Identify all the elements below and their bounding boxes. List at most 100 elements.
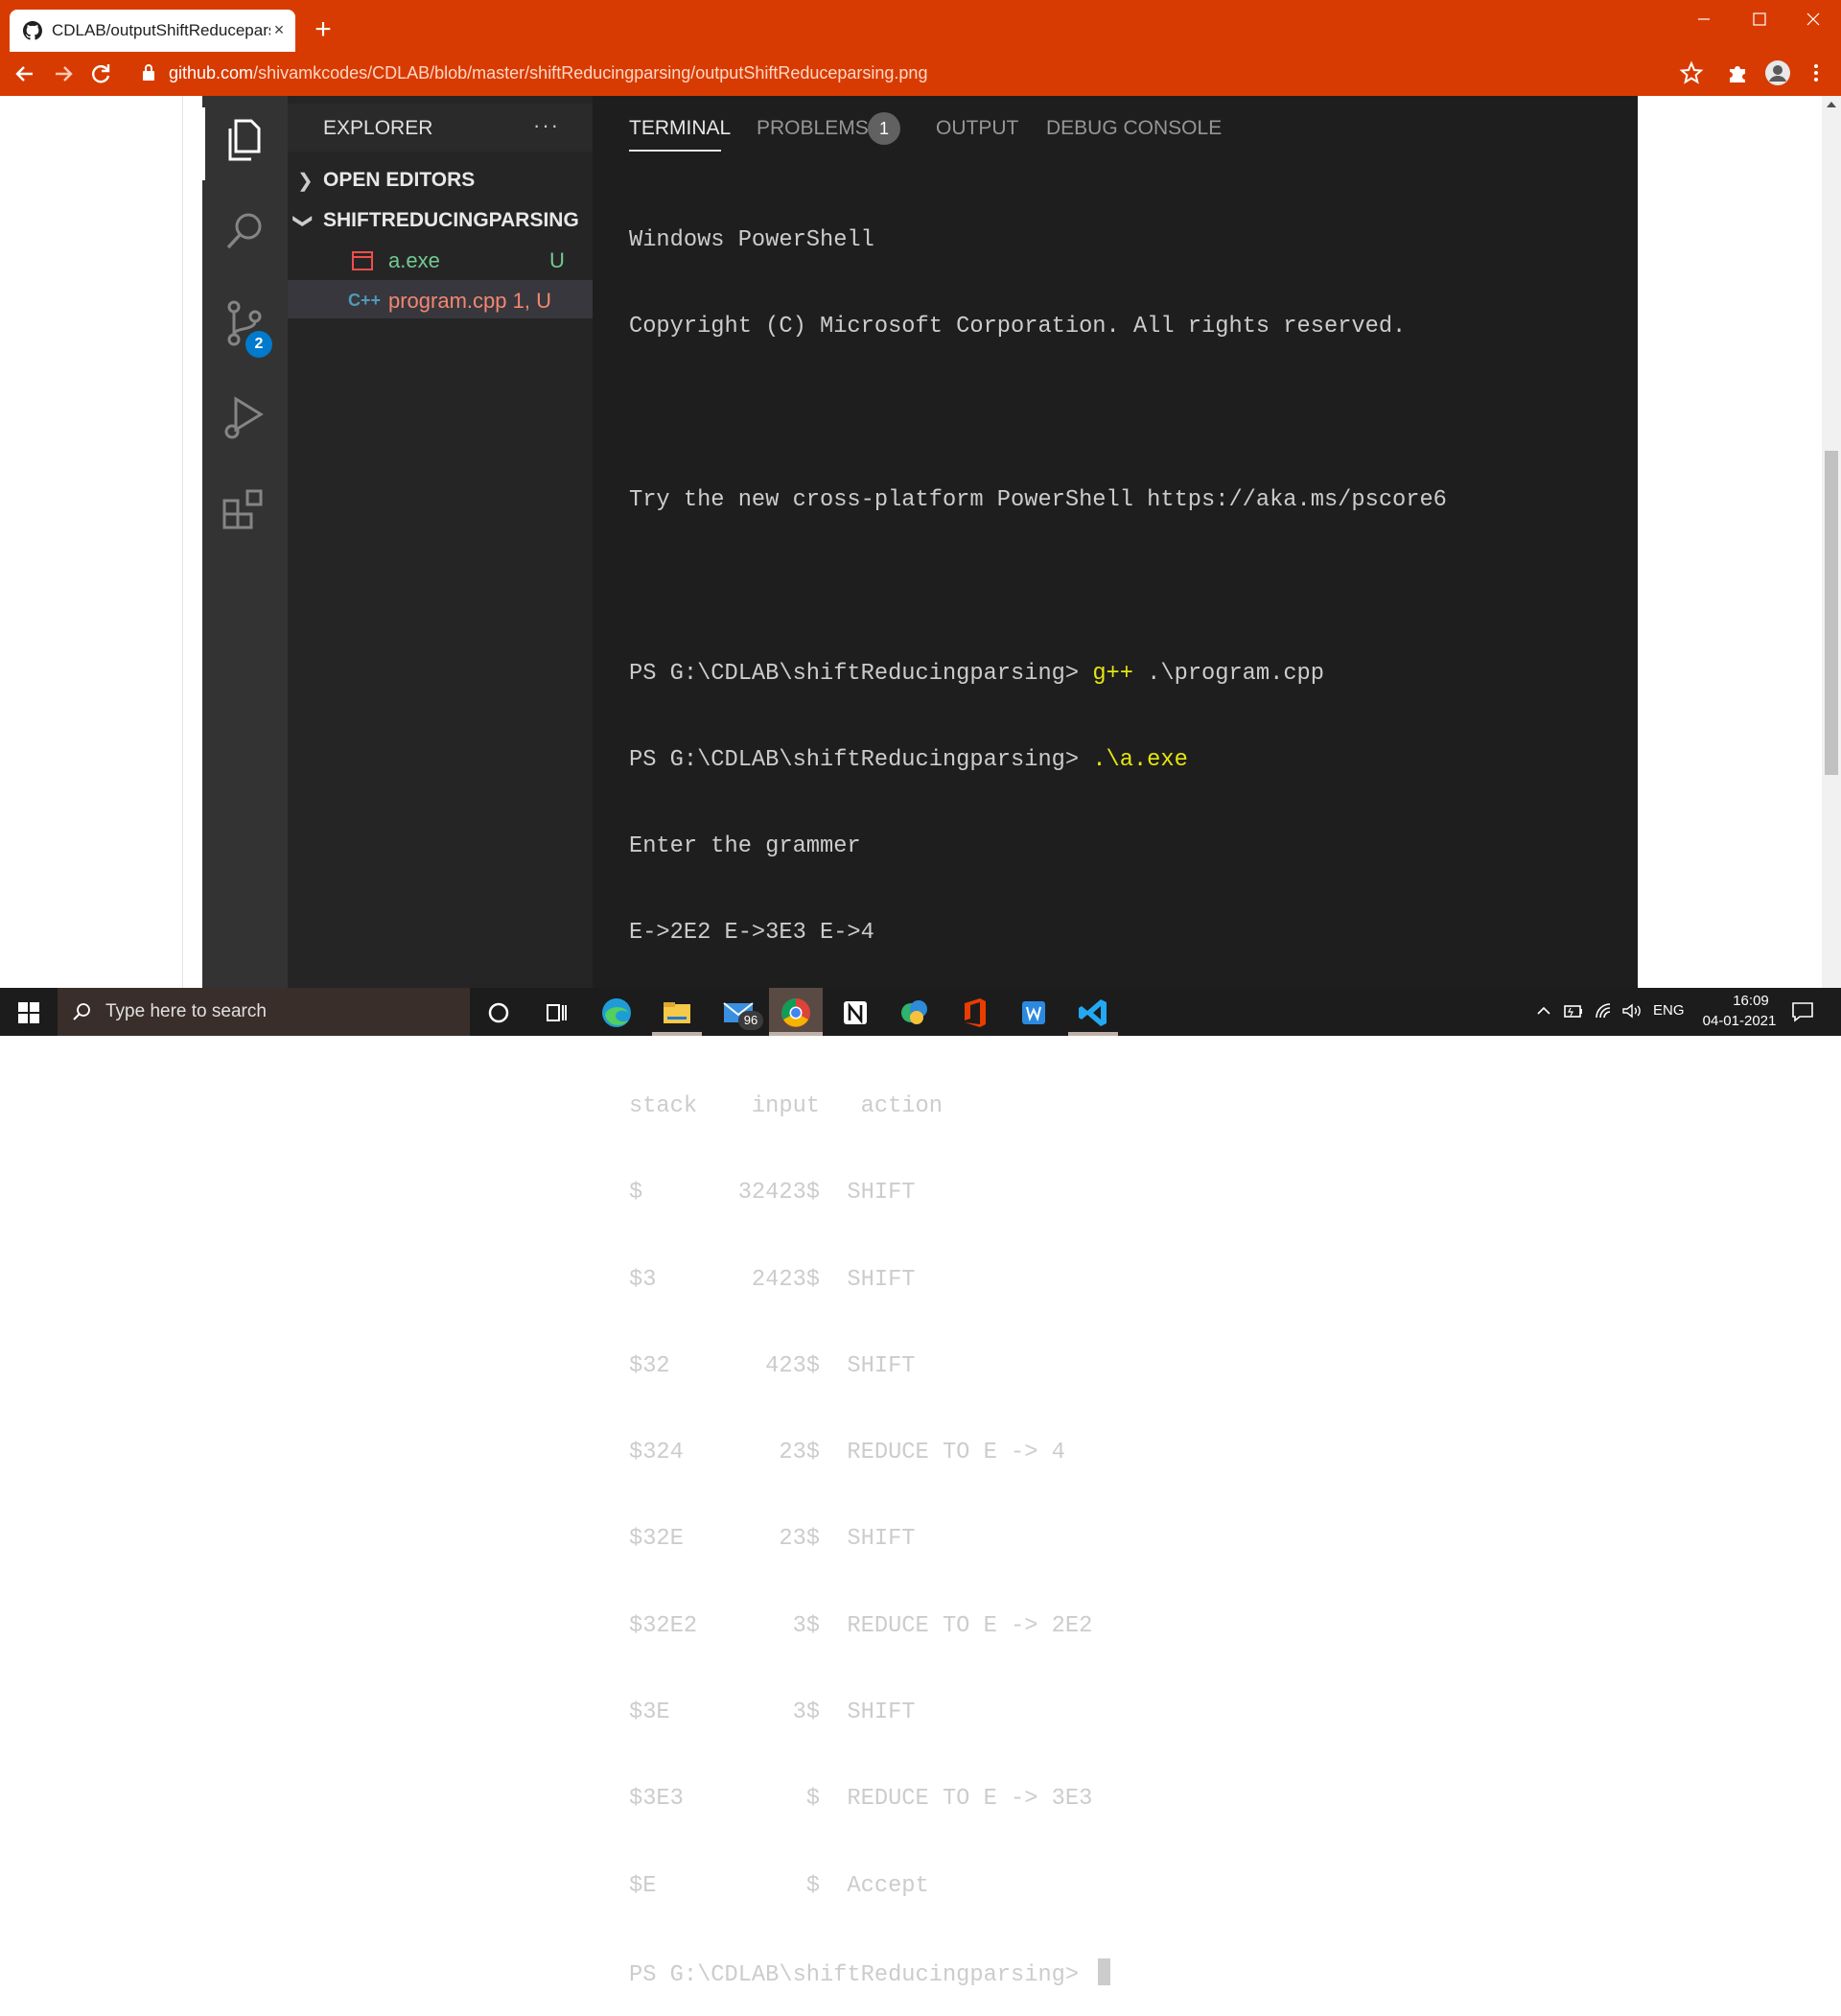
lock-icon[interactable] xyxy=(142,63,155,82)
chevron-right-icon: ❯ xyxy=(297,171,314,192)
table-row: $32E 23$ SHIFT xyxy=(629,1526,916,1553)
problems-count-badge: 1 xyxy=(868,112,900,145)
command-name: .\a.exe xyxy=(1092,746,1188,773)
maximize-icon xyxy=(1753,12,1766,26)
cortana-icon[interactable] xyxy=(479,994,518,1032)
vscode-icon[interactable] xyxy=(1074,994,1112,1032)
more-actions-icon: ··· xyxy=(533,113,560,137)
url-path: /shivamkcodes/CDLAB/blob/master/shiftRed… xyxy=(253,63,928,82)
windows-start-icon[interactable] xyxy=(17,1001,40,1024)
mail-badge: 96 xyxy=(738,1011,763,1030)
tab-problems: PROBLEMS xyxy=(757,117,869,139)
photos-app-icon[interactable] xyxy=(896,994,934,1032)
clock-date[interactable]: 04-01-2021 xyxy=(1691,1013,1787,1029)
chevron-down-icon: ❯ xyxy=(291,213,314,229)
clock-time[interactable]: 16:09 xyxy=(1714,993,1787,1009)
terminal-command-line: PS G:\CDLAB\shiftReducingparsing> .\a.ex… xyxy=(629,746,1626,775)
reload-icon[interactable] xyxy=(86,59,117,88)
close-window-button[interactable] xyxy=(1789,2,1837,38)
page-scrollbar-thumb[interactable] xyxy=(1825,451,1838,775)
command-args: .\program.cpp xyxy=(1132,660,1324,687)
browser-menu-icon[interactable] xyxy=(1803,59,1829,86)
cpp-icon: C++ xyxy=(348,291,382,310)
source-control-badge: 2 xyxy=(245,331,272,358)
terminal-output: Windows PowerShell Copyright (C) Microso… xyxy=(629,169,1626,2016)
chrome-icon[interactable] xyxy=(777,994,815,1032)
terminal-line: Try the new cross-platform PowerShell ht… xyxy=(629,487,1447,514)
tab-close-button[interactable]: × xyxy=(267,17,291,42)
terminal-line: Copyright (C) Microsoft Corporation. All… xyxy=(629,314,1407,340)
task-view-icon[interactable] xyxy=(537,994,575,1032)
terminal-command-line: PS G:\CDLAB\shiftReducingparsing> g++ .\… xyxy=(629,660,1626,689)
url-field[interactable]: github.com/shivamkcodes/CDLAB/blob/maste… xyxy=(169,61,1655,84)
extensions-icon xyxy=(222,489,263,529)
extensions-puzzle-icon[interactable] xyxy=(1724,59,1751,86)
active-tab-underline xyxy=(629,150,721,152)
file-a-exe: a.exe xyxy=(388,248,440,272)
back-arrow-icon[interactable] xyxy=(10,59,40,88)
file-explorer-icon[interactable] xyxy=(658,994,696,1032)
taskbar-search-placeholder: Type here to search xyxy=(105,1001,267,1021)
table-row: $3 2423$ SHIFT xyxy=(629,1266,916,1293)
search-icon xyxy=(226,213,262,249)
table-row: $32 423$ SHIFT xyxy=(629,1352,916,1379)
activity-active-indicator xyxy=(202,107,205,180)
prompt: PS G:\CDLAB\shiftReducingparsing> xyxy=(629,660,1093,687)
tab-title: CDLAB/outputShiftReduceparsing.png xyxy=(52,21,270,39)
prompt: PS G:\CDLAB\shiftReducingparsing> xyxy=(629,746,1093,773)
active-app-indicator xyxy=(1068,1032,1118,1036)
table-row: $E $ Accept xyxy=(629,1872,929,1899)
project-folder: SHIFTREDUCINGPARSING xyxy=(323,209,579,231)
tab-debug-console: DEBUG CONSOLE xyxy=(1046,117,1223,139)
file-status-untracked: U xyxy=(549,248,565,272)
battery-icon[interactable] xyxy=(1563,1001,1584,1020)
page-border xyxy=(182,96,183,988)
command-name: g++ xyxy=(1092,660,1133,687)
explorer-title: EXPLORER xyxy=(323,117,433,139)
volume-icon[interactable] xyxy=(1620,1001,1643,1020)
file-program-cpp: program.cpp 1, U xyxy=(388,289,551,314)
url-host: github.com xyxy=(169,63,254,82)
tab-terminal: TERMINAL xyxy=(629,117,732,139)
edge-icon[interactable] xyxy=(597,994,636,1032)
table-row: $32E2 3$ REDUCE TO E -> 2E2 xyxy=(629,1612,1093,1639)
table-row: $ 32423$ SHIFT xyxy=(629,1180,916,1207)
forward-arrow-icon[interactable] xyxy=(48,59,79,88)
table-header: stack input action xyxy=(629,1093,943,1119)
prompt: PS G:\CDLAB\shiftReducingparsing> xyxy=(629,1961,1093,1988)
terminal-cursor xyxy=(1098,1957,1111,1985)
wifi-icon[interactable] xyxy=(1594,1001,1615,1020)
search-icon xyxy=(73,1003,90,1020)
maximize-button[interactable] xyxy=(1736,2,1783,38)
chevron-up-icon[interactable] xyxy=(1534,1001,1553,1020)
table-row: $3E 3$ SHIFT xyxy=(629,1699,916,1725)
terminal-prompt-line: PS G:\CDLAB\shiftReducingparsing> xyxy=(629,1957,1626,1988)
active-app-indicator xyxy=(769,1032,823,1036)
file-program-cpp-status: 1, U xyxy=(512,289,551,313)
office-icon[interactable] xyxy=(955,994,993,1032)
minimize-button[interactable] xyxy=(1680,2,1728,38)
scroll-up-arrow-icon[interactable] xyxy=(1826,100,1837,109)
bookmark-star-icon[interactable] xyxy=(1678,59,1705,86)
word-icon[interactable] xyxy=(1014,994,1053,1032)
notification-icon[interactable] xyxy=(1791,1001,1814,1022)
new-tab-button[interactable]: + xyxy=(309,15,338,45)
terminal-line: Enter the grammer xyxy=(629,833,861,860)
window-icon xyxy=(352,251,373,270)
notion-icon[interactable] xyxy=(836,994,874,1032)
run-debug-icon xyxy=(224,396,264,439)
tab-output: OUTPUT xyxy=(936,117,1019,139)
browser-tab[interactable]: CDLAB/outputShiftReduceparsing.png × xyxy=(10,10,295,52)
profile-avatar-icon[interactable] xyxy=(1764,59,1791,86)
file-program-cpp-name: program.cpp xyxy=(388,289,507,313)
minimize-icon xyxy=(1698,18,1710,20)
github-icon xyxy=(23,21,42,40)
table-row: $3E3 $ REDUCE TO E -> 3E3 xyxy=(629,1786,1093,1813)
open-editors-section: OPEN EDITORS xyxy=(323,169,476,191)
language-indicator[interactable]: ENG xyxy=(1653,1002,1685,1019)
terminal-line: Windows PowerShell xyxy=(629,227,874,254)
table-row: $324 23$ REDUCE TO E -> 4 xyxy=(629,1440,1065,1466)
terminal-line: E->2E2 E->3E3 E->4 xyxy=(629,920,874,947)
